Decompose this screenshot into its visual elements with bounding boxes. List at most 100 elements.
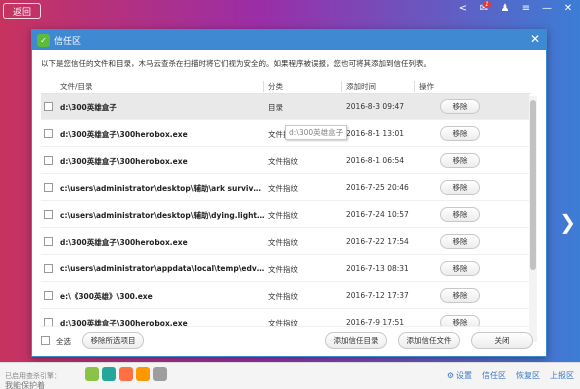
- table-row[interactable]: d:\300英雄盒子\300herobox.exe 文件指纹 2016-7-22…: [41, 229, 529, 255]
- notification-icon[interactable]: ✉ 1: [478, 1, 491, 14]
- trust-zone-link[interactable]: 信任区: [482, 370, 506, 381]
- remove-button[interactable]: 移除: [440, 99, 480, 114]
- report-zone-link[interactable]: 上报区: [550, 370, 574, 381]
- engine-icon[interactable]: [102, 367, 116, 381]
- row-time: 2016-7-25 20:46: [346, 183, 409, 192]
- row-path: c:\users\administrator\desktop\辅助\dying.…: [60, 211, 265, 220]
- table-row[interactable]: d:\300英雄盒子 目录 2016-8-3 09:47 移除: [41, 94, 529, 120]
- remove-button[interactable]: 移除: [440, 261, 480, 276]
- row-time: 2016-8-1 13:01: [346, 129, 405, 138]
- dialog-footer: 全选 移除所选项目 添加信任目录 添加信任文件 关闭: [32, 327, 546, 356]
- path-tooltip: d:\300英雄盒子: [285, 125, 348, 140]
- trust-zone-dialog: ✓ 信任区 ✕ 以下是您信任的文件和目录，木马云查杀在扫描时将它们视为安全的。如…: [31, 29, 547, 357]
- row-path: d:\300英雄盒子\300herobox.exe: [60, 157, 188, 166]
- column-divider[interactable]: [341, 81, 342, 92]
- shirt-icon[interactable]: ♟: [499, 3, 511, 14]
- row-time: 2016-7-22 17:54: [346, 237, 409, 246]
- column-header-type: 分类: [268, 82, 283, 91]
- scrollbar[interactable]: [529, 96, 537, 342]
- row-type: 文件指纹: [268, 211, 298, 220]
- row-checkbox[interactable]: [44, 129, 53, 138]
- column-header-action: 操作: [419, 82, 434, 91]
- next-arrow-icon[interactable]: ❯: [559, 210, 576, 234]
- row-checkbox[interactable]: [44, 264, 53, 273]
- add-trusted-file-button[interactable]: 添加信任文件: [398, 332, 460, 349]
- row-time: 2016-7-12 17:37: [346, 291, 409, 300]
- row-path: c:\users\administrator\appdata\local\tem…: [60, 264, 265, 273]
- menu-icon[interactable]: ≡: [520, 3, 532, 14]
- back-button[interactable]: 返回: [3, 3, 41, 19]
- engine-icon[interactable]: [119, 367, 133, 381]
- add-trusted-directory-button[interactable]: 添加信任目录: [325, 332, 387, 349]
- close-button[interactable]: 关闭: [471, 332, 533, 349]
- engine-list: [85, 367, 167, 381]
- row-time: 2016-7-9 17:51: [346, 318, 405, 327]
- share-icon[interactable]: <: [457, 3, 469, 14]
- row-type: 文件指纹: [268, 157, 298, 166]
- row-type: 目录: [268, 103, 283, 112]
- column-header-time: 添加时间: [346, 82, 376, 91]
- minimize-icon[interactable]: —: [541, 3, 553, 14]
- row-checkbox[interactable]: [44, 183, 53, 192]
- remove-button[interactable]: 移除: [440, 234, 480, 249]
- close-icon[interactable]: ✕: [562, 3, 574, 14]
- row-type: 文件指纹: [268, 265, 298, 274]
- row-path: d:\300英雄盒子\300herobox.exe: [60, 130, 188, 139]
- engine-icon[interactable]: [153, 367, 167, 381]
- row-type: 文件指纹: [268, 319, 298, 327]
- table-row[interactable]: d:\300英雄盒子\300herobox.exe 文件指纹 2016-7-9 …: [41, 310, 529, 327]
- column-divider[interactable]: [263, 81, 264, 92]
- row-checkbox[interactable]: [44, 156, 53, 165]
- notification-badge: 1: [483, 1, 491, 8]
- row-time: 2016-7-24 10:57: [346, 210, 409, 219]
- remove-button[interactable]: 移除: [440, 153, 480, 168]
- status-links: ⚙ 设置 信任区 恢复区 上报区: [447, 370, 574, 381]
- row-path: e:\《300英雄》\300.exe: [60, 292, 153, 301]
- select-all-label[interactable]: 全选: [56, 336, 71, 347]
- remove-selected-button[interactable]: 移除所选项目: [82, 332, 144, 349]
- remove-button[interactable]: 移除: [440, 126, 480, 141]
- description-text: 以下是您信任的文件和目录，木马云查杀在扫描时将它们视为安全的。如果程序被误报，您…: [41, 59, 431, 68]
- row-type: 文件指纹: [268, 184, 298, 193]
- window-controls: < ✉ 1 ♟ ≡ — ✕: [457, 1, 574, 14]
- row-time: 2016-8-1 06:54: [346, 156, 405, 165]
- remove-button[interactable]: 移除: [440, 288, 480, 303]
- dialog-titlebar: ✓ 信任区 ✕: [32, 30, 546, 50]
- column-header-path: 文件/目录: [60, 82, 93, 91]
- row-checkbox[interactable]: [44, 318, 53, 326]
- row-path: d:\300英雄盒子: [60, 103, 117, 112]
- engine-icon[interactable]: [85, 367, 99, 381]
- table-row[interactable]: e:\《300英雄》\300.exe 文件指纹 2016-7-12 17:37 …: [41, 283, 529, 309]
- column-divider[interactable]: [414, 81, 415, 92]
- row-time: 2016-8-3 09:47: [346, 102, 405, 111]
- scrollbar-thumb[interactable]: [530, 100, 536, 270]
- shield-icon: ✓: [37, 33, 50, 47]
- remove-button[interactable]: 移除: [440, 315, 480, 326]
- table-row[interactable]: c:\users\administrator\desktop\辅助\dying.…: [41, 202, 529, 228]
- table-row[interactable]: c:\users\administrator\appdata\local\tem…: [41, 256, 529, 282]
- status-bar: 已启用查杀引擎： ⚙ 设置 信任区 恢复区 上报区: [0, 362, 580, 389]
- select-all-checkbox[interactable]: [41, 336, 50, 345]
- row-checkbox[interactable]: [44, 102, 53, 111]
- top-bar: 返回 < ✉ 1 ♟ ≡ — ✕: [0, 0, 580, 24]
- engine-icon[interactable]: [136, 367, 150, 381]
- row-checkbox[interactable]: [44, 291, 53, 300]
- dialog-close-icon[interactable]: ✕: [530, 32, 540, 46]
- remove-button[interactable]: 移除: [440, 180, 480, 195]
- table-row[interactable]: c:\users\administrator\desktop\辅助\ark su…: [41, 175, 529, 201]
- row-time: 2016-7-13 08:31: [346, 264, 409, 273]
- table-header: 文件/目录 分类 添加时间 操作: [41, 80, 531, 94]
- row-type: 文件指纹: [268, 238, 298, 247]
- table-row[interactable]: d:\300英雄盒子\300herobox.exe 文件指纹 2016-8-1 …: [41, 148, 529, 174]
- gear-icon: ⚙: [446, 371, 454, 380]
- row-type: 文件指纹: [268, 292, 298, 301]
- bottom-cut-text: 我能保护着: [5, 381, 45, 389]
- settings-link[interactable]: ⚙ 设置: [447, 370, 472, 381]
- remove-button[interactable]: 移除: [440, 207, 480, 222]
- row-checkbox[interactable]: [44, 237, 53, 246]
- row-path: c:\users\administrator\desktop\辅助\ark su…: [60, 184, 265, 193]
- row-path: d:\300英雄盒子\300herobox.exe: [60, 319, 188, 327]
- restore-zone-link[interactable]: 恢复区: [516, 370, 540, 381]
- row-path: d:\300英雄盒子\300herobox.exe: [60, 238, 188, 247]
- row-checkbox[interactable]: [44, 210, 53, 219]
